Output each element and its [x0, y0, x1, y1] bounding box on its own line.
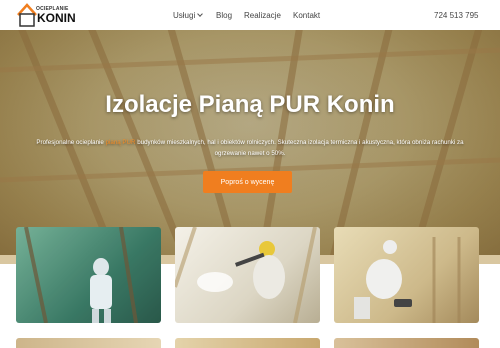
top-navbar: OCIEPLANIE KONIN Usługi Blog Realizacje …	[0, 0, 500, 30]
house-logo-icon	[17, 3, 37, 27]
worker-photo-image	[354, 237, 461, 323]
desc-highlight-link[interactable]: pianą PUR	[106, 139, 136, 146]
gallery-card[interactable]	[175, 338, 320, 348]
logo-line2: KONIN	[37, 11, 76, 25]
hero-description: Profesjonalne ocieplanie pianą PUR budyn…	[25, 137, 475, 159]
phone-number[interactable]: 724 513 795	[434, 11, 479, 20]
nav-item-blog[interactable]: Blog	[216, 11, 232, 20]
nav-item-label: Usługi	[173, 11, 196, 20]
gallery-card[interactable]	[175, 227, 320, 323]
gallery-card[interactable]	[16, 227, 161, 323]
desc-text: Profesjonalne ocieplanie	[36, 139, 106, 146]
hero-title: Izolacje Pianą PUR Konin	[105, 91, 395, 118]
worker-photo-image	[175, 227, 317, 323]
site-logo[interactable]: OCIEPLANIE KONIN	[16, 2, 78, 28]
gallery-card[interactable]	[334, 338, 479, 348]
nav-item-kontakt[interactable]: Kontakt	[293, 11, 320, 20]
desc-text: budynków mieszkalnych, hal i obiektów ro…	[135, 139, 464, 157]
nav-item-realizacje[interactable]: Realizacje	[244, 11, 281, 20]
worker-photo-image	[16, 227, 161, 323]
gallery-card[interactable]	[334, 227, 479, 323]
gallery-card[interactable]	[16, 338, 161, 348]
chevron-down-icon	[197, 11, 204, 17]
request-quote-button[interactable]: Poproś o wycenę	[203, 171, 292, 193]
nav-item-uslugi[interactable]: Usługi	[173, 11, 204, 20]
